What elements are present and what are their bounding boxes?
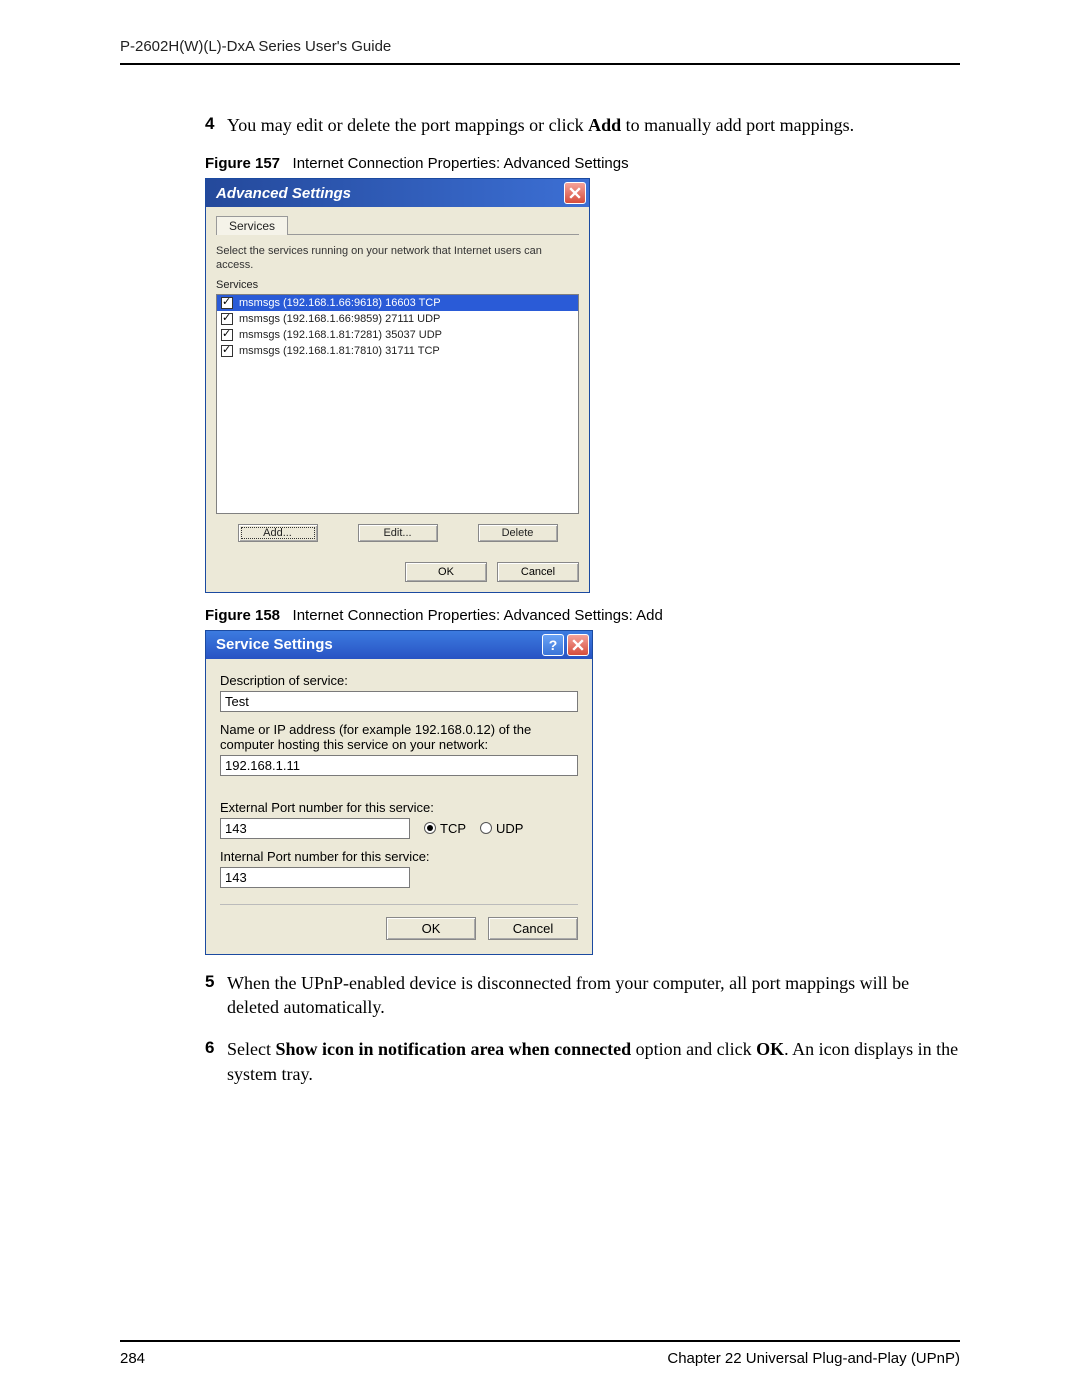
edit-button[interactable]: Edit... (358, 524, 438, 542)
host-label: Name or IP address (for example 192.168.… (220, 722, 578, 752)
cancel-button[interactable]: Cancel (497, 562, 579, 582)
dialog-titlebar: Service Settings ? (206, 631, 592, 659)
checkbox-icon[interactable] (221, 297, 233, 309)
instruction-text: Select the services running on your netw… (216, 245, 579, 273)
internal-port-label: Internal Port number for this service: (220, 849, 578, 864)
page-number: 284 (120, 1350, 145, 1367)
external-port-label: External Port number for this service: (220, 800, 578, 815)
service-text: msmsgs (192.168.1.66:9859) 27111 UDP (239, 313, 440, 325)
cancel-button[interactable]: Cancel (488, 917, 578, 940)
step-number: 6 (205, 1037, 227, 1086)
close-icon[interactable] (564, 182, 586, 204)
step-number: 4 (205, 113, 227, 137)
bold-text: OK (756, 1039, 784, 1059)
step-4: 4 You may edit or delete the port mappin… (205, 113, 960, 137)
checkbox-icon[interactable] (221, 329, 233, 341)
radio-text: TCP (440, 821, 466, 836)
text: Select (227, 1039, 275, 1059)
external-port-input[interactable] (220, 818, 410, 839)
figure-158-caption: Figure 158 Internet Connection Propertie… (205, 607, 960, 624)
radio-text: UDP (496, 821, 523, 836)
checkbox-icon[interactable] (221, 313, 233, 325)
step-6: 6 Select Show icon in notification area … (205, 1037, 960, 1086)
page-footer: 284 Chapter 22 Universal Plug-and-Play (… (120, 1340, 960, 1367)
service-text: msmsgs (192.168.1.66:9618) 16603 TCP (239, 297, 441, 309)
text: option and click (631, 1039, 756, 1059)
step-number: 5 (205, 971, 227, 1020)
ok-button[interactable]: OK (386, 917, 476, 940)
figure-text: Internet Connection Properties: Advanced… (293, 607, 663, 624)
service-text: msmsgs (192.168.1.81:7810) 31711 TCP (239, 345, 440, 357)
service-row[interactable]: msmsgs (192.168.1.66:9618) 16603 TCP (217, 295, 578, 311)
step-text: Select Show icon in notification area wh… (227, 1037, 960, 1086)
step-5: 5 When the UPnP-enabled device is discon… (205, 971, 960, 1020)
running-header: P-2602H(W)(L)-DxA Series User's Guide (120, 38, 960, 65)
tcp-radio[interactable]: TCP (424, 821, 466, 836)
bold-text: Show icon in notification area when conn… (275, 1039, 631, 1059)
dialog-titlebar: Advanced Settings (206, 179, 589, 207)
service-settings-dialog: Service Settings ? Description of servic… (205, 630, 593, 955)
bold-add: Add (588, 115, 621, 135)
service-row[interactable]: msmsgs (192.168.1.81:7281) 35037 UDP (217, 327, 578, 343)
services-label: Services (216, 279, 579, 291)
figure-label: Figure 158 (205, 607, 280, 624)
help-icon[interactable]: ? (542, 634, 564, 656)
service-text: msmsgs (192.168.1.81:7281) 35037 UDP (239, 329, 442, 341)
description-label: Description of service: (220, 673, 578, 688)
services-listbox[interactable]: msmsgs (192.168.1.66:9618) 16603 TCP msm… (216, 294, 579, 514)
ok-button[interactable]: OK (405, 562, 487, 582)
figure-157-caption: Figure 157 Internet Connection Propertie… (205, 155, 960, 172)
radio-icon[interactable] (480, 822, 492, 834)
description-input[interactable] (220, 691, 578, 712)
advanced-settings-dialog: Advanced Settings Services Select the se… (205, 178, 590, 593)
text: You may edit or delete the port mappings… (227, 115, 588, 135)
tab-strip: Services (216, 215, 579, 235)
step-text: When the UPnP-enabled device is disconne… (227, 971, 960, 1020)
host-input[interactable] (220, 755, 578, 776)
internal-port-input[interactable] (220, 867, 410, 888)
delete-button[interactable]: Delete (478, 524, 558, 542)
dialog-title: Service Settings (216, 636, 333, 653)
tab-services[interactable]: Services (216, 216, 288, 235)
service-row[interactable]: msmsgs (192.168.1.66:9859) 27111 UDP (217, 311, 578, 327)
service-row[interactable]: msmsgs (192.168.1.81:7810) 31711 TCP (217, 343, 578, 359)
udp-radio[interactable]: UDP (480, 821, 523, 836)
figure-label: Figure 157 (205, 155, 280, 172)
chapter-title: Chapter 22 Universal Plug-and-Play (UPnP… (667, 1350, 960, 1367)
radio-icon[interactable] (424, 822, 436, 834)
checkbox-icon[interactable] (221, 345, 233, 357)
text: to manually add port mappings. (621, 115, 854, 135)
figure-text: Internet Connection Properties: Advanced… (293, 155, 629, 172)
dialog-title: Advanced Settings (216, 185, 351, 202)
close-icon[interactable] (567, 634, 589, 656)
add-button[interactable]: Add... (238, 524, 318, 542)
step-text: You may edit or delete the port mappings… (227, 113, 854, 137)
